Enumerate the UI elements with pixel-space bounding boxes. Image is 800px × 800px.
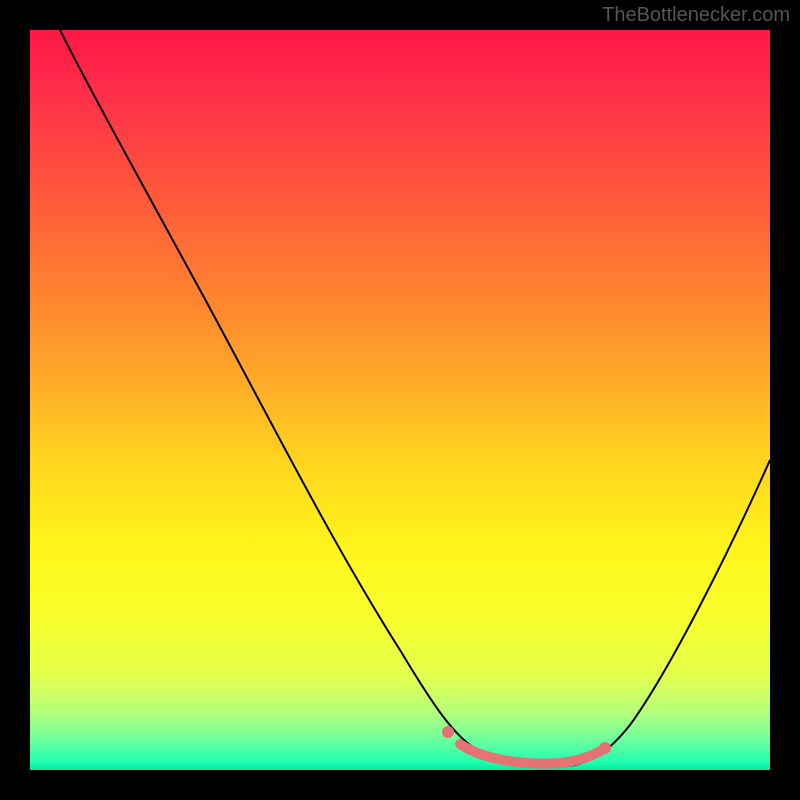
- attribution-label: TheBottlenecker.com: [602, 4, 790, 27]
- highlight-start-dot: [442, 726, 454, 738]
- chart-area: [30, 30, 770, 770]
- highlight-segment: [460, 744, 602, 764]
- bottleneck-curve: [30, 30, 770, 770]
- curve-line: [60, 30, 770, 767]
- highlight-end-dot: [599, 742, 611, 754]
